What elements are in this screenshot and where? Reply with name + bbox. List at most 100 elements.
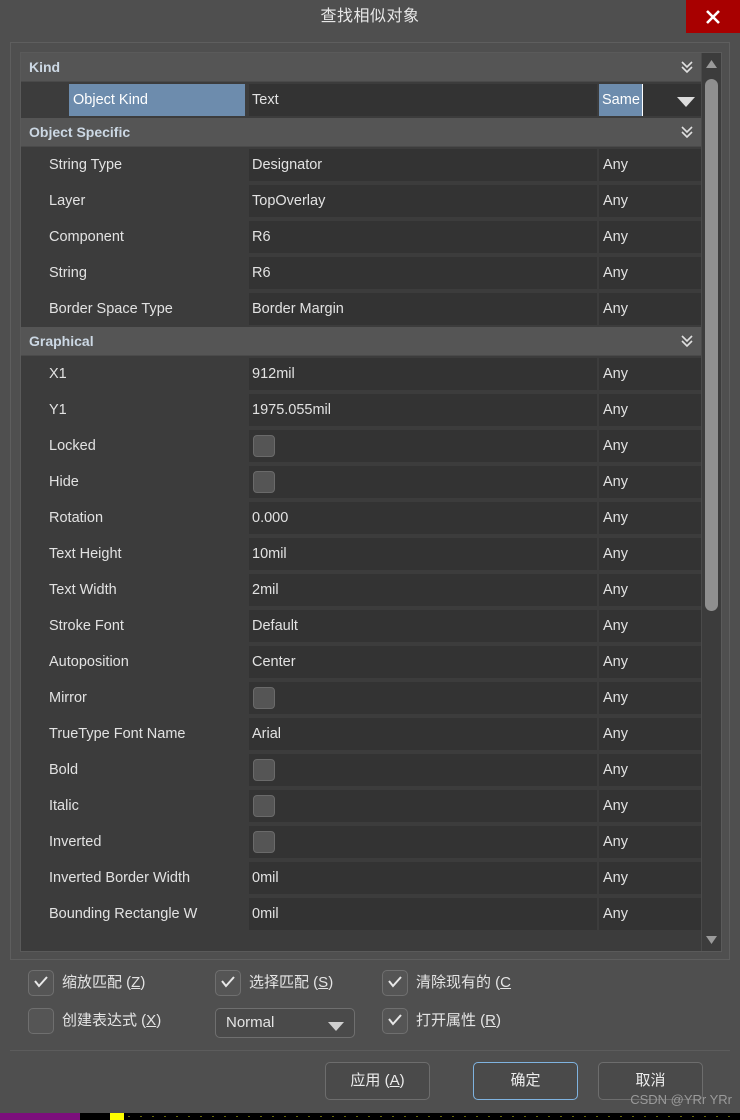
close-button[interactable] — [686, 0, 740, 33]
table-row[interactable]: Text Width 2mil Any — [21, 572, 703, 608]
zoom-match-checkbox[interactable] — [28, 970, 54, 996]
property-value[interactable]: 0mil — [249, 898, 597, 930]
match-mode-cell[interactable]: Any — [599, 754, 703, 786]
match-mode-cell[interactable]: Any — [599, 898, 703, 930]
table-row[interactable]: Layer TopOverlay Any — [21, 183, 703, 219]
property-value[interactable]: 912mil — [249, 358, 597, 390]
match-mode-cell[interactable]: Any — [599, 574, 703, 606]
property-value[interactable]: TopOverlay — [249, 185, 597, 217]
match-mode-cell[interactable]: Same — [599, 84, 703, 116]
match-mode-cell[interactable]: Any — [599, 862, 703, 894]
table-row[interactable]: Component R6 Any — [21, 219, 703, 255]
match-mode-cell[interactable]: Any — [599, 257, 703, 289]
property-value[interactable]: Text — [249, 84, 597, 116]
property-value[interactable] — [249, 466, 597, 498]
property-value-checkbox[interactable] — [253, 759, 275, 781]
table-row[interactable]: Bold Any — [21, 752, 703, 788]
match-mode-cell[interactable]: Any — [599, 538, 703, 570]
table-row[interactable]: Inverted Any — [21, 824, 703, 860]
property-value[interactable]: Designator — [249, 149, 597, 181]
table-row[interactable]: Object Kind Text Same — [21, 82, 703, 118]
property-value[interactable]: Border Margin — [249, 293, 597, 325]
create-expression-checkbox[interactable] — [28, 1008, 54, 1034]
table-row[interactable]: Autoposition Center Any — [21, 644, 703, 680]
table-row[interactable]: Inverted Border Width 0mil Any — [21, 860, 703, 896]
property-value-checkbox[interactable] — [253, 435, 275, 457]
property-value[interactable]: 10mil — [249, 538, 597, 570]
bottom-strip — [0, 1113, 740, 1120]
property-value[interactable]: Arial — [249, 718, 597, 750]
match-mode-cell[interactable]: Any — [599, 718, 703, 750]
match-mode-cell[interactable]: Any — [599, 185, 703, 217]
table-row[interactable]: TrueType Font Name Arial Any — [21, 716, 703, 752]
table-row[interactable]: Bounding Rectangle W 0mil Any — [21, 896, 703, 932]
match-mode-cell[interactable]: Any — [599, 394, 703, 426]
table-row[interactable]: Mirror Any — [21, 680, 703, 716]
dialog-button-bar: 应用 (A) 确定 取消 — [0, 1062, 740, 1108]
match-mode-cell[interactable]: Any — [599, 502, 703, 534]
property-value[interactable]: 0.000 — [249, 502, 597, 534]
match-mode-cell[interactable]: Any — [599, 293, 703, 325]
select-match-checkbox[interactable] — [215, 970, 241, 996]
section-collapse-toggle[interactable] — [679, 124, 695, 140]
property-value[interactable] — [249, 430, 597, 462]
section-header-kind[interactable]: Kind — [21, 53, 703, 82]
scroll-up-button[interactable] — [702, 53, 721, 75]
open-properties-label: 打开属性 (R) — [416, 1012, 502, 1029]
table-row[interactable]: Hide Any — [21, 464, 703, 500]
match-mode-cell[interactable]: Any — [599, 826, 703, 858]
match-mode-cell[interactable]: Any — [599, 682, 703, 714]
property-value-checkbox[interactable] — [253, 687, 275, 709]
match-mode-cell[interactable]: Any — [599, 358, 703, 390]
property-value-checkbox[interactable] — [253, 471, 275, 493]
scroll-down-button[interactable] — [702, 929, 721, 951]
property-value[interactable]: 2mil — [249, 574, 597, 606]
double-chevron-down-icon — [681, 126, 693, 139]
match-mode-cell[interactable]: Any — [599, 610, 703, 642]
property-value-checkbox[interactable] — [253, 831, 275, 853]
property-value[interactable] — [249, 826, 597, 858]
table-row[interactable]: Stroke Font Default Any — [21, 608, 703, 644]
section-collapse-toggle[interactable] — [679, 333, 695, 349]
property-value[interactable]: Center — [249, 646, 597, 678]
clear-existing-checkbox[interactable] — [382, 970, 408, 996]
table-row[interactable]: Rotation 0.000 Any — [21, 500, 703, 536]
match-mode-cell[interactable]: Any — [599, 466, 703, 498]
table-row[interactable]: X1 912mil Any — [21, 356, 703, 392]
match-mode-cell[interactable]: Any — [599, 790, 703, 822]
chevron-down-icon[interactable] — [677, 95, 695, 113]
section-header-graphical[interactable]: Graphical — [21, 327, 703, 356]
table-row[interactable]: Italic Any — [21, 788, 703, 824]
property-value[interactable]: Default — [249, 610, 597, 642]
match-mode-cell[interactable]: Any — [599, 430, 703, 462]
property-value[interactable] — [249, 754, 597, 786]
options-area: 缩放匹配 (Z) 创建表达式 (X) 选择匹配 (S) 清除现有的 (C 打开属… — [10, 968, 730, 1044]
match-mode-select[interactable]: Normal — [215, 1008, 355, 1038]
apply-button[interactable]: 应用 (A) — [325, 1062, 430, 1100]
properties-list[interactable]: Kind Object Kind Text Same Object Specific St… — [20, 52, 722, 952]
property-value[interactable]: 1975.055mil — [249, 394, 597, 426]
match-mode-cell[interactable]: Any — [599, 149, 703, 181]
section-header-object-specific[interactable]: Object Specific — [21, 118, 703, 147]
open-properties-checkbox[interactable] — [382, 1008, 408, 1034]
table-row[interactable]: Text Height 10mil Any — [21, 536, 703, 572]
table-row[interactable]: Border Space Type Border Margin Any — [21, 291, 703, 327]
property-value[interactable]: R6 — [249, 257, 597, 289]
property-value[interactable]: 0mil — [249, 862, 597, 894]
property-label: Y1 — [49, 402, 67, 418]
table-row[interactable]: String R6 Any — [21, 255, 703, 291]
table-row[interactable]: Locked Any — [21, 428, 703, 464]
scrollbar-thumb[interactable] — [705, 79, 718, 611]
table-row[interactable]: String Type Designator Any — [21, 147, 703, 183]
vertical-scrollbar[interactable] — [701, 53, 721, 951]
ok-button[interactable]: 确定 — [473, 1062, 578, 1100]
property-value[interactable] — [249, 790, 597, 822]
match-mode-cell[interactable]: Any — [599, 646, 703, 678]
property-value[interactable]: R6 — [249, 221, 597, 253]
section-collapse-toggle[interactable] — [679, 59, 695, 75]
match-mode-cell[interactable]: Any — [599, 221, 703, 253]
property-value-checkbox[interactable] — [253, 795, 275, 817]
property-value[interactable] — [249, 682, 597, 714]
table-row[interactable]: Y1 1975.055mil Any — [21, 392, 703, 428]
divider — [10, 1050, 730, 1051]
